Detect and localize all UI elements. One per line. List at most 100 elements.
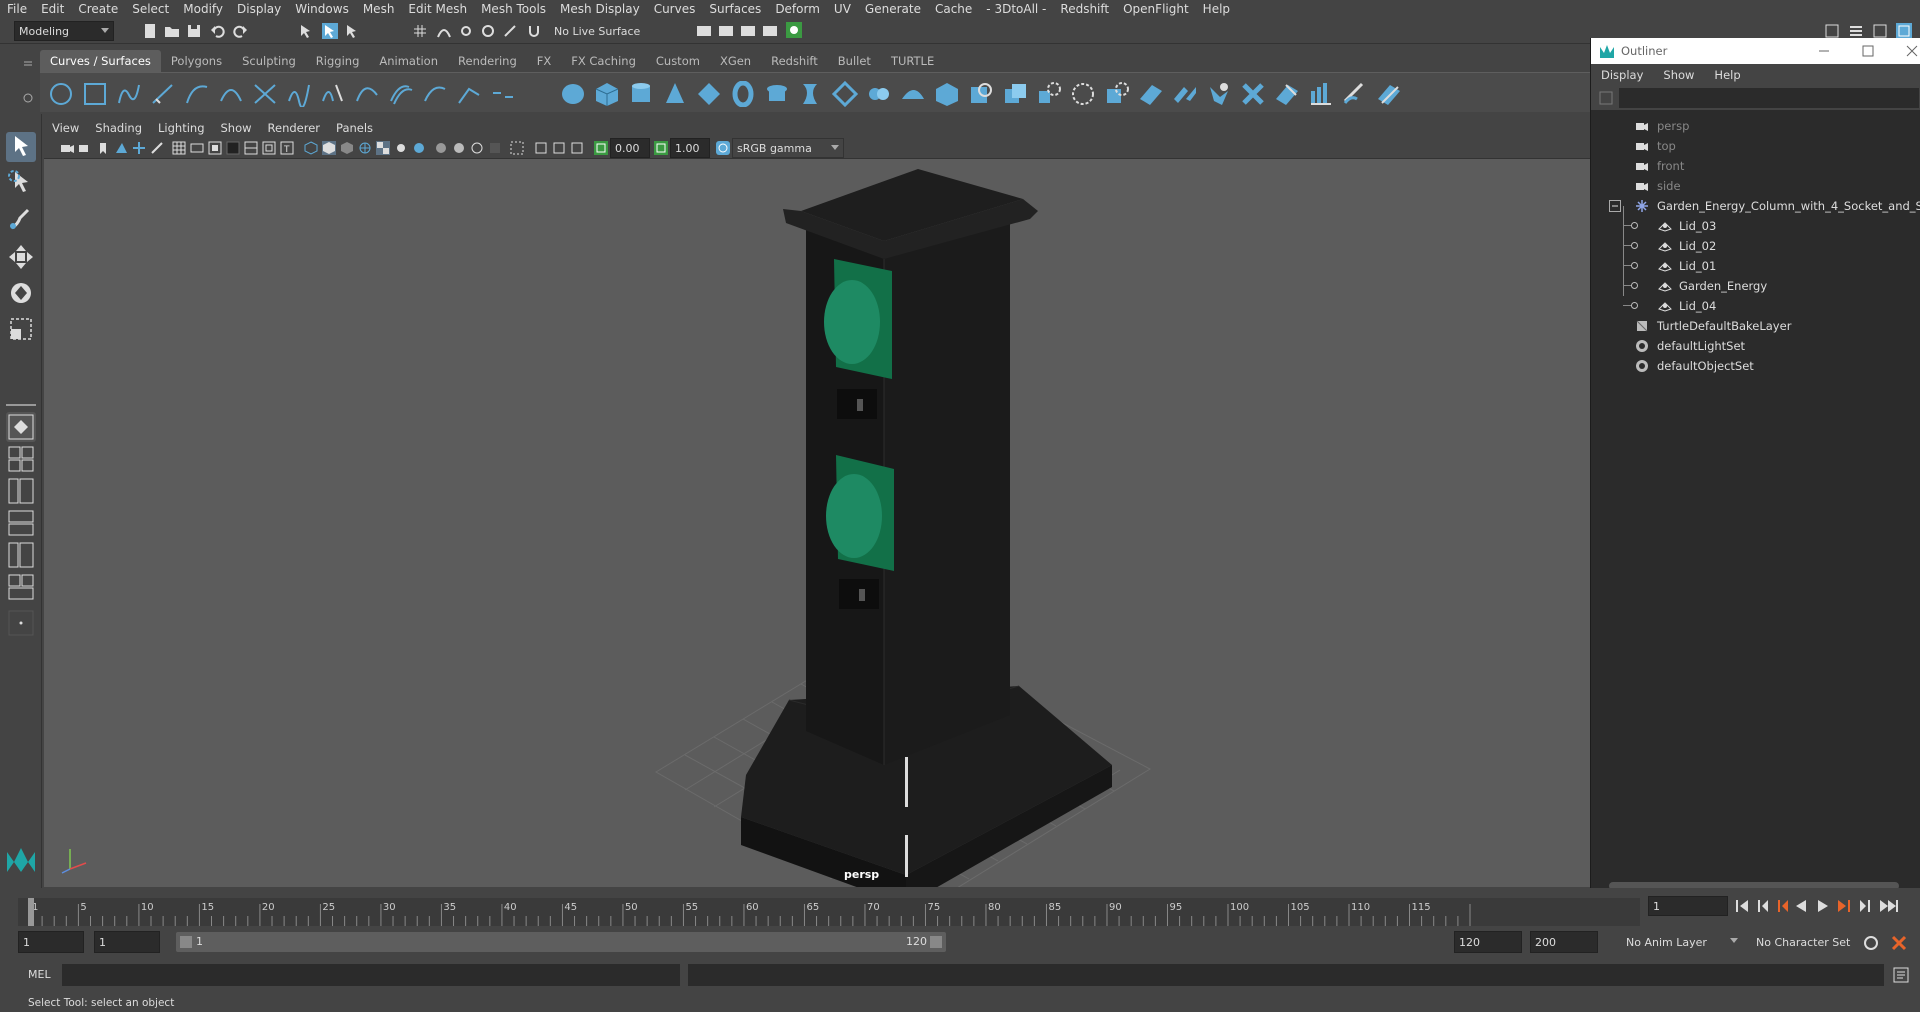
menu-cache[interactable]: Cache	[928, 2, 979, 16]
outliner-item-lid-02[interactable]: Lid_02	[1623, 236, 1716, 256]
maximize-icon[interactable]	[1861, 44, 1875, 58]
intersect-surfaces-icon[interactable]	[1002, 81, 1028, 107]
insert-knot-icon[interactable]	[422, 81, 448, 107]
tool-settings-icon[interactable]	[1872, 23, 1888, 39]
project-curve-icon[interactable]	[968, 81, 994, 107]
image-plane-icon[interactable]	[114, 141, 128, 155]
menu-mesh-display[interactable]: Mesh Display	[553, 2, 647, 16]
outliner-item-turtledefaultbakelayer[interactable]: TurtleDefaultBakeLayer	[1635, 316, 1791, 336]
end-time-field[interactable]: 200	[1530, 931, 1598, 953]
go-to-end-icon[interactable]	[1880, 900, 1898, 912]
viewport-menu-renderer[interactable]: Renderer	[260, 121, 329, 135]
grid-toggle-icon[interactable]	[172, 141, 186, 155]
step-back-frame-icon[interactable]	[1758, 900, 1768, 912]
visibility-dot-icon[interactable]	[1631, 242, 1638, 249]
shelf-handle[interactable]	[20, 52, 34, 112]
menu-edit[interactable]: Edit	[34, 2, 71, 16]
menu-openflight[interactable]: OpenFlight	[1116, 2, 1196, 16]
step-forward-frame-icon[interactable]	[1860, 900, 1870, 912]
lasso-tool-icon[interactable]	[6, 168, 36, 198]
auto-key-icon[interactable]	[1862, 934, 1880, 952]
exposure-field[interactable]: 0.00	[610, 138, 650, 158]
time-slider[interactable]: 1 5 10 15 20 25 30 35 40 45 50 55 60 65 70 75 80 85 90 95 10…	[0, 888, 1920, 928]
outliner-item-garden-energy-column-with-4-socket-and-switch[interactable]: Garden_Energy_Column_with_4_Socket_and_S…	[1609, 196, 1920, 216]
menu-deform[interactable]: Deform	[768, 2, 827, 16]
shelf-tab-sculpting[interactable]: Sculpting	[232, 50, 306, 72]
outliner-menu-show[interactable]: Show	[1653, 68, 1704, 82]
loft-icon[interactable]	[798, 81, 824, 107]
menu-modify[interactable]: Modify	[176, 2, 230, 16]
outliner-layout-icon[interactable]	[6, 572, 36, 602]
viewport-menu-panels[interactable]: Panels	[328, 121, 381, 135]
anim-preferences-icon[interactable]	[1890, 934, 1908, 952]
cut-curve-icon[interactable]	[490, 81, 516, 107]
hypershade-layout-icon[interactable]	[6, 540, 36, 570]
outliner-item-lid-01[interactable]: Lid_01	[1623, 256, 1716, 276]
outliner-item-lid-04[interactable]: Lid_04	[1623, 296, 1716, 316]
play-forwards-icon[interactable]	[1818, 900, 1828, 912]
viewport-menu-lighting[interactable]: Lighting	[150, 121, 212, 135]
menu-help[interactable]: Help	[1196, 2, 1237, 16]
rotate-tool-icon[interactable]	[6, 278, 36, 308]
film-gate-icon[interactable]	[190, 141, 204, 155]
nurbs-plane-icon[interactable]	[696, 81, 722, 107]
menu-uv[interactable]: UV	[827, 2, 858, 16]
bookmark-icon[interactable]	[96, 141, 110, 155]
menu-display[interactable]: Display	[230, 2, 288, 16]
grease-pencil-icon[interactable]	[150, 141, 164, 155]
shelf-tab-polygons[interactable]: Polygons	[161, 50, 232, 72]
four-view-layout-icon[interactable]	[6, 444, 36, 474]
nurbs-sphere-icon[interactable]	[560, 81, 586, 107]
open-close-surfaces-icon[interactable]	[1172, 81, 1198, 107]
timeline-ruler[interactable]: 1 5 10 15 20 25 30 35 40 45 50 55 60 65 70 75 80 85 90 95 10…	[0, 890, 1650, 928]
untrim-icon[interactable]	[1070, 81, 1096, 107]
filter-icon[interactable]	[1599, 91, 1613, 105]
menu-curves[interactable]: Curves	[647, 2, 703, 16]
menu-3dtoall[interactable]: - 3DtoAll -	[979, 2, 1053, 16]
current-frame-field[interactable]: 1	[1648, 896, 1728, 916]
select-tool-icon[interactable]	[6, 132, 36, 162]
move-tool-icon[interactable]	[6, 242, 36, 272]
surface-editing-icon[interactable]	[1376, 81, 1402, 107]
gamma-icon[interactable]	[654, 141, 668, 155]
view-transform-dropdown[interactable]: sRGB gamma	[732, 138, 844, 158]
menu-mesh-tools[interactable]: Mesh Tools	[474, 2, 553, 16]
textured-icon[interactable]	[376, 141, 390, 155]
playback-start-field[interactable]: 1	[94, 931, 160, 953]
menu-file[interactable]: File	[0, 2, 34, 16]
xray-icon[interactable]	[534, 141, 548, 155]
menu-surfaces[interactable]: Surfaces	[702, 2, 768, 16]
select-component-icon[interactable]	[344, 23, 360, 39]
viewport-menu-view[interactable]: View	[44, 121, 87, 135]
range-start-handle[interactable]	[180, 936, 192, 948]
shelf-tab-animation[interactable]: Animation	[369, 50, 448, 72]
default-material-icon[interactable]	[340, 141, 354, 155]
render-frame-icon[interactable]	[696, 23, 712, 39]
modeling-toolkit-icon[interactable]	[1824, 23, 1840, 39]
detach-curves-icon[interactable]	[320, 81, 346, 107]
render-settings-icon[interactable]	[740, 23, 756, 39]
menu-redshift[interactable]: Redshift	[1053, 2, 1116, 16]
open-scene-icon[interactable]	[164, 23, 180, 39]
range-slider[interactable]: 1 120	[176, 932, 946, 952]
outliner-menu-display[interactable]: Display	[1591, 68, 1653, 82]
safe-action-icon[interactable]	[262, 141, 276, 155]
snap-point-icon[interactable]	[458, 23, 474, 39]
nurbs-cone-icon[interactable]	[662, 81, 688, 107]
command-mode-label[interactable]: MEL	[28, 968, 51, 981]
shadows-icon[interactable]	[412, 141, 426, 155]
bezier-curve-icon[interactable]	[252, 81, 278, 107]
nurbs-cube-icon[interactable]	[594, 81, 620, 107]
attach-curves-icon[interactable]	[286, 81, 312, 107]
range-end-handle[interactable]	[930, 936, 942, 948]
minimize-icon[interactable]	[1817, 44, 1831, 58]
redo-icon[interactable]	[232, 23, 248, 39]
play-backwards-icon[interactable]	[1796, 900, 1806, 912]
visibility-dot-icon[interactable]	[1631, 282, 1638, 289]
hypershade-icon[interactable]	[762, 23, 778, 39]
outliner-menu-help[interactable]: Help	[1704, 68, 1750, 82]
current-time-indicator[interactable]	[28, 898, 34, 926]
go-to-start-icon[interactable]	[1736, 900, 1748, 912]
visibility-dot-icon[interactable]	[1631, 222, 1638, 229]
outliner-item-side[interactable]: side	[1635, 176, 1681, 196]
